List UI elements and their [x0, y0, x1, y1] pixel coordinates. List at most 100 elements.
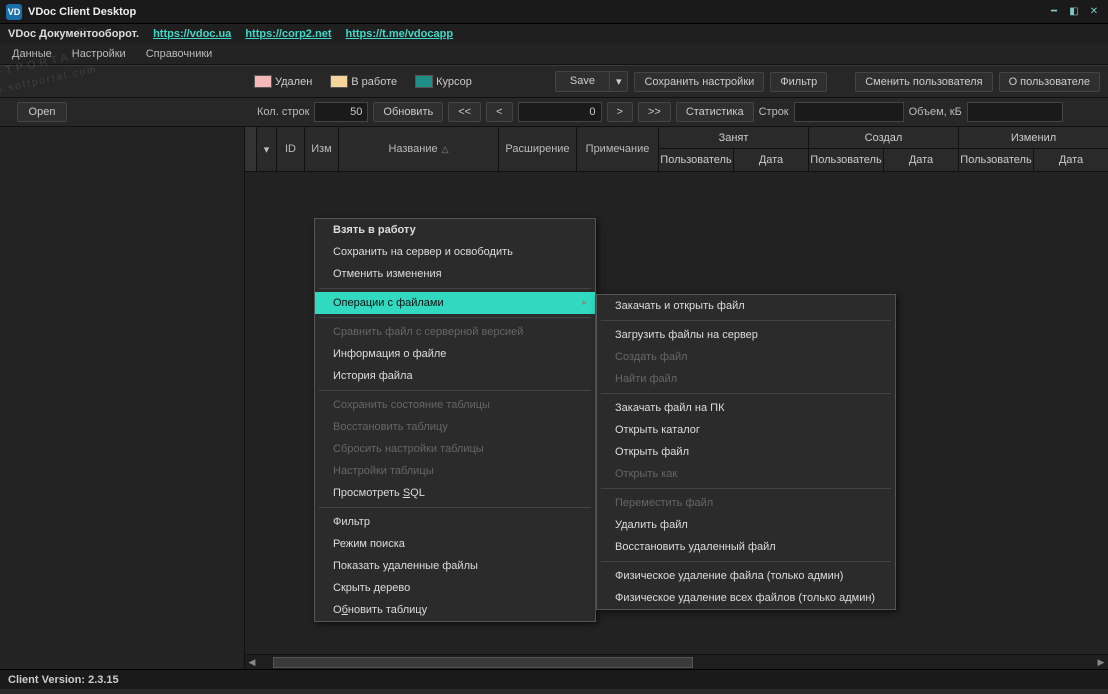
rows-input[interactable]: [314, 102, 368, 122]
position-input[interactable]: [518, 102, 602, 122]
ctx2-item-7[interactable]: Открыть каталог: [597, 419, 895, 441]
ctx1-item-13: Настройки таблицы: [315, 460, 595, 482]
rows2-input[interactable]: [794, 102, 904, 122]
save-settings-button[interactable]: Сохранить настройки: [634, 72, 764, 92]
ctx1-item-19[interactable]: Скрыть дерево: [315, 577, 595, 599]
title-bar: VD VDoc Client Desktop ━ ◧ ✕: [0, 0, 1108, 24]
open-button[interactable]: Open: [17, 102, 67, 122]
rows-label: Кол. строк: [257, 106, 309, 118]
horizontal-scrollbar[interactable]: ◀ ▶: [245, 654, 1108, 669]
ctx1-item-1[interactable]: Сохранить на сервер и освободить: [315, 241, 595, 263]
col-created-date[interactable]: Дата: [884, 149, 958, 171]
context-menu-file-ops[interactable]: Закачать и открыть файл Загрузить файлы н…: [596, 294, 896, 610]
ctx1-item-14[interactable]: Просмотреть SQL: [315, 482, 595, 504]
ctx2-sep-1: [601, 320, 891, 321]
scroll-thumb[interactable]: [273, 657, 693, 668]
rows2-label: Строк: [759, 106, 789, 118]
save-button[interactable]: Save: [555, 71, 609, 92]
expand-col[interactable]: ▾: [257, 127, 277, 171]
ctx1-sep-9: [319, 390, 591, 391]
link-corp2[interactable]: https://corp2.net: [245, 28, 331, 40]
menu-reference[interactable]: Справочники: [142, 46, 217, 62]
prev-page-button[interactable]: <: [486, 102, 512, 122]
ctx2-item-3: Создать файл: [597, 346, 895, 368]
col-note[interactable]: Примечание: [577, 127, 659, 171]
col-busy-group: Занят ПользовательДата: [659, 127, 809, 171]
last-page-button[interactable]: >>: [638, 102, 671, 122]
ctx1-item-10: Сохранить состояние таблицы: [315, 394, 595, 416]
ctx2-item-6[interactable]: Закачать файл на ПК: [597, 397, 895, 419]
volume-input[interactable]: [967, 102, 1063, 122]
close-icon[interactable]: ✕: [1086, 4, 1102, 20]
col-changed-group: Изменил ПользовательДата: [959, 127, 1108, 171]
save-combo[interactable]: Save ▾: [555, 71, 629, 92]
ctx1-item-17[interactable]: Режим поиска: [315, 533, 595, 555]
chip-deleted-icon: [254, 75, 272, 88]
ctx1-item-8[interactable]: История файла: [315, 365, 595, 387]
col-created-group: Создал ПользовательДата: [809, 127, 959, 171]
ctx1-item-20[interactable]: Обновить таблицу: [315, 599, 595, 621]
change-user-button[interactable]: Сменить пользователя: [855, 72, 992, 92]
col-name[interactable]: Название: [339, 127, 499, 171]
col-busy-user[interactable]: Пользователь: [659, 149, 734, 171]
first-page-button[interactable]: <<: [448, 102, 481, 122]
refresh-button[interactable]: Обновить: [373, 102, 443, 122]
col-busy-date[interactable]: Дата: [734, 149, 808, 171]
ctx2-sep-5: [601, 393, 891, 394]
chip-cursor-icon: [415, 75, 433, 88]
link-telegram[interactable]: https://t.me/vdocapp: [345, 28, 453, 40]
ctx1-item-11: Восстановить таблицу: [315, 416, 595, 438]
ctx1-item-6: Сравнить файл с серверной версией: [315, 321, 595, 343]
legend-cursor: Курсор: [415, 75, 472, 88]
ctx1-item-4[interactable]: Операции с файлами: [315, 292, 595, 314]
ctx2-item-0[interactable]: Закачать и открыть файл: [597, 295, 895, 317]
scroll-right-icon[interactable]: ▶: [1094, 655, 1108, 669]
status-bar: Client Version: 2.3.15: [0, 669, 1108, 689]
subheader: VDoc Документооборот. https://vdoc.ua ht…: [0, 24, 1108, 44]
filter-button[interactable]: Фильтр: [770, 72, 827, 92]
ctx1-item-7[interactable]: Информация о файле: [315, 343, 595, 365]
toolbar-legend: Удален В работе Курсор Save ▾ Сохранить …: [0, 65, 1108, 98]
next-page-button[interactable]: >: [607, 102, 633, 122]
col-changed-date[interactable]: Дата: [1034, 149, 1108, 171]
ctx2-sep-10: [601, 488, 891, 489]
menu-data[interactable]: Данные: [8, 46, 56, 62]
grid-header: ▾ ID Изм Название Расширение Примечание …: [245, 127, 1108, 172]
window-title: VDoc Client Desktop: [28, 6, 1042, 18]
legend-deleted: Удален: [254, 75, 312, 88]
ctx1-sep-5: [319, 317, 591, 318]
product-name: VDoc Документооборот.: [8, 28, 139, 40]
ctx2-item-13[interactable]: Восстановить удаленный файл: [597, 536, 895, 558]
context-menu-main[interactable]: Взять в работуСохранить на сервер и осво…: [314, 218, 596, 622]
scroll-left-icon[interactable]: ◀: [245, 655, 259, 669]
ctx2-item-12[interactable]: Удалить файл: [597, 514, 895, 536]
col-izm[interactable]: Изм: [305, 127, 339, 171]
ctx2-item-4: Найти файл: [597, 368, 895, 390]
ctx2-item-16[interactable]: Физическое удаление всех файлов (только …: [597, 587, 895, 609]
save-dropdown-icon[interactable]: ▾: [609, 71, 629, 92]
col-changed-user[interactable]: Пользователь: [959, 149, 1034, 171]
row-indicator-col: [245, 127, 257, 171]
link-vdoc[interactable]: https://vdoc.ua: [153, 28, 231, 40]
ctx2-item-15[interactable]: Физическое удаление файла (только админ): [597, 565, 895, 587]
ctx1-item-0[interactable]: Взять в работу: [315, 219, 595, 241]
col-ext[interactable]: Расширение: [499, 127, 577, 171]
client-version: Client Version: 2.3.15: [8, 674, 119, 686]
stats-button[interactable]: Статистика: [676, 102, 754, 122]
ctx1-item-16[interactable]: Фильтр: [315, 511, 595, 533]
ctx1-item-2[interactable]: Отменить изменения: [315, 263, 595, 285]
about-user-button[interactable]: О пользователе: [999, 72, 1100, 92]
menu-bar: Данные Настройки Справочники: [0, 44, 1108, 65]
chip-inwork-icon: [330, 75, 348, 88]
ctx2-sep-14: [601, 561, 891, 562]
maximize-icon[interactable]: ◧: [1066, 4, 1082, 20]
ctx2-item-8[interactable]: Открыть файл: [597, 441, 895, 463]
ctx2-item-11: Переместить файл: [597, 492, 895, 514]
col-id[interactable]: ID: [277, 127, 305, 171]
ctx2-item-2[interactable]: Загрузить файлы на сервер: [597, 324, 895, 346]
minimize-icon[interactable]: ━: [1046, 4, 1062, 20]
col-created-user[interactable]: Пользователь: [809, 149, 884, 171]
ctx1-item-18[interactable]: Показать удаленные файлы: [315, 555, 595, 577]
volume-label: Объем, кБ: [909, 106, 962, 118]
menu-settings[interactable]: Настройки: [68, 46, 130, 62]
